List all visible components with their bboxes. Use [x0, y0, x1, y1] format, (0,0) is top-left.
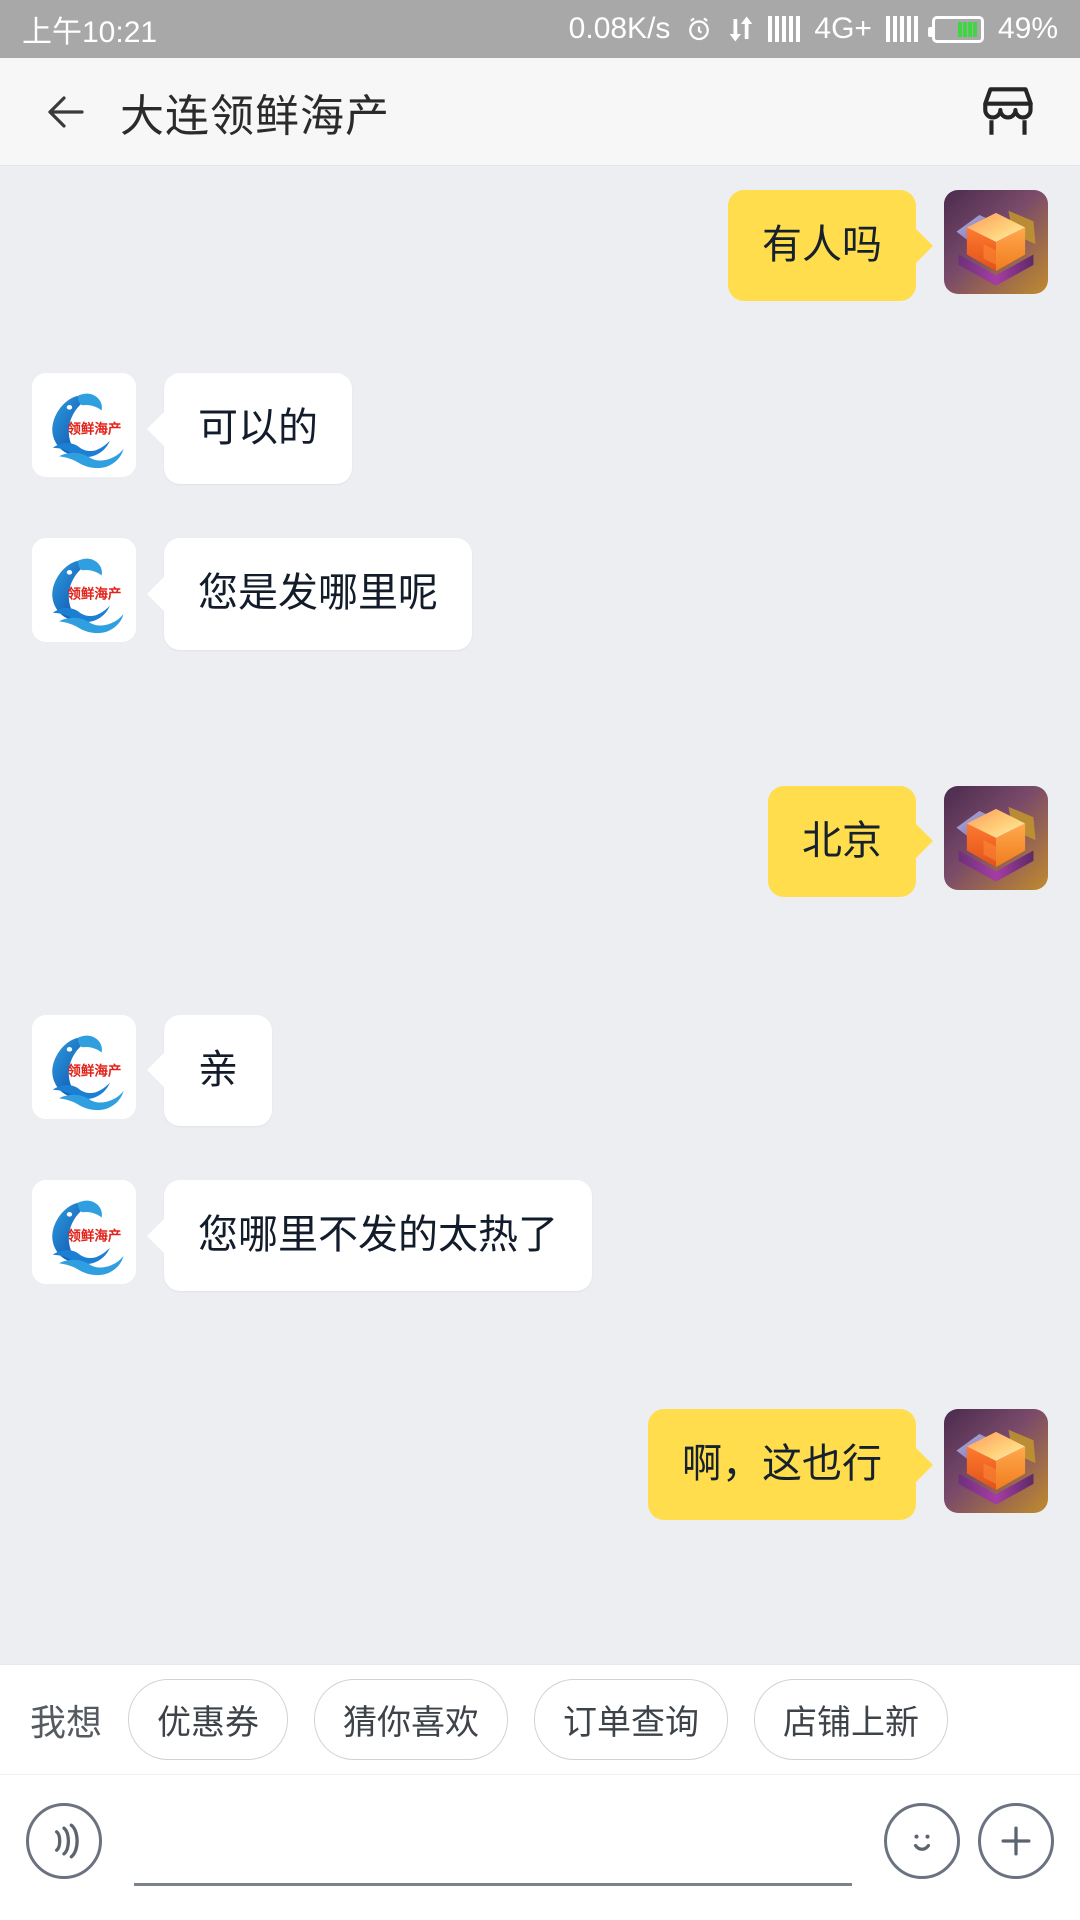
shop-icon[interactable]: [970, 74, 1046, 150]
network-speed-text: 0.08K/s: [568, 12, 671, 45]
svg-text:领鲜海产: 领鲜海产: [67, 1227, 121, 1244]
status-bar: 上午10:21 0.08K/s 4G+ 49%: [0, 0, 1080, 58]
quick-reply-chip-order-query[interactable]: 订单查询: [534, 1679, 729, 1760]
data-transfer-icon: [728, 14, 754, 44]
chat-message-list[interactable]: 有人吗 领鲜海产 可以的 领鲜海产 您是发哪里呢 北京 领鲜海产 亲 领鲜海产 …: [0, 166, 1080, 1664]
svg-text:领鲜海产: 领鲜海产: [67, 586, 121, 603]
status-time: 上午10:21: [22, 16, 158, 49]
signal-bars-icon-2: [885, 16, 918, 42]
shop-avatar-lingxian-seafood[interactable]: 领鲜海产: [32, 1179, 136, 1284]
quick-reply-bar: 我想 优惠券 猜你喜欢 订单查询 店铺上新: [0, 1664, 1080, 1774]
phone-screen: 上午10:21 0.08K/s 4G+ 49% 大连领鲜海产 有人吗 领鲜海产 …: [0, 0, 1080, 1920]
message-bubble-me[interactable]: 北京: [768, 785, 916, 897]
quick-reply-chip-coupon[interactable]: 优惠券: [128, 1679, 289, 1760]
message-bubble-shop[interactable]: 可以的: [164, 373, 352, 485]
message-bubble-shop[interactable]: 亲: [164, 1014, 272, 1126]
plus-icon[interactable]: [978, 1802, 1054, 1879]
signal-bars-icon: [768, 16, 801, 42]
message-row-shop: 领鲜海产 您是发哪里呢: [0, 538, 1080, 650]
message-input-bar: [0, 1774, 1080, 1906]
message-row-me: 北京: [0, 785, 1080, 897]
user-avatar-cube[interactable]: [944, 785, 1048, 890]
message-bubble-shop[interactable]: 您哪里不发的太热了: [164, 1179, 592, 1292]
alarm-icon: [684, 14, 714, 44]
battery-icon: [927, 15, 984, 43]
svg-text:领鲜海产: 领鲜海产: [67, 1062, 121, 1079]
voice-wave-icon[interactable]: [26, 1802, 102, 1879]
message-row-shop: 领鲜海产 亲: [0, 1014, 1080, 1126]
message-text-input[interactable]: [134, 1796, 852, 1886]
message-row-me: 有人吗: [0, 190, 1080, 302]
message-bubble-me[interactable]: 有人吗: [728, 190, 916, 302]
quick-reply-label: 我想: [30, 1701, 103, 1743]
message-bubble-shop[interactable]: 您是发哪里呢: [164, 538, 472, 650]
svg-text:领鲜海产: 领鲜海产: [67, 421, 121, 438]
message-row-shop: 领鲜海产 可以的: [0, 373, 1080, 485]
app-header: 大连领鲜海产: [0, 58, 1080, 166]
user-avatar-cube[interactable]: [944, 1409, 1048, 1514]
quick-reply-chip-recommendations[interactable]: 猜你喜欢: [314, 1679, 509, 1760]
message-row-shop: 领鲜海产 您哪里不发的太热了: [0, 1179, 1080, 1292]
user-avatar-cube[interactable]: [944, 190, 1048, 294]
emoji-smiley-icon[interactable]: [884, 1802, 960, 1879]
message-row-me: 啊，这也行: [0, 1409, 1080, 1521]
back-arrow-icon[interactable]: [34, 80, 98, 144]
message-bubble-me[interactable]: 啊，这也行: [648, 1409, 916, 1521]
network-type-text: 4G+: [814, 12, 872, 45]
battery-percent-text: 49%: [997, 12, 1058, 45]
shop-avatar-lingxian-seafood[interactable]: 领鲜海产: [32, 1014, 136, 1119]
message-text-input-value[interactable]: [134, 1820, 852, 1886]
shop-avatar-lingxian-seafood[interactable]: 领鲜海产: [32, 373, 136, 478]
quick-reply-chip-new-arrivals[interactable]: 店铺上新: [754, 1679, 949, 1760]
bottom-strip: [0, 1906, 1080, 1920]
shop-avatar-lingxian-seafood[interactable]: 领鲜海产: [32, 538, 136, 643]
page-title: 大连领鲜海产: [120, 91, 390, 141]
status-right-cluster: 0.08K/s 4G+ 49%: [569, 12, 1058, 46]
